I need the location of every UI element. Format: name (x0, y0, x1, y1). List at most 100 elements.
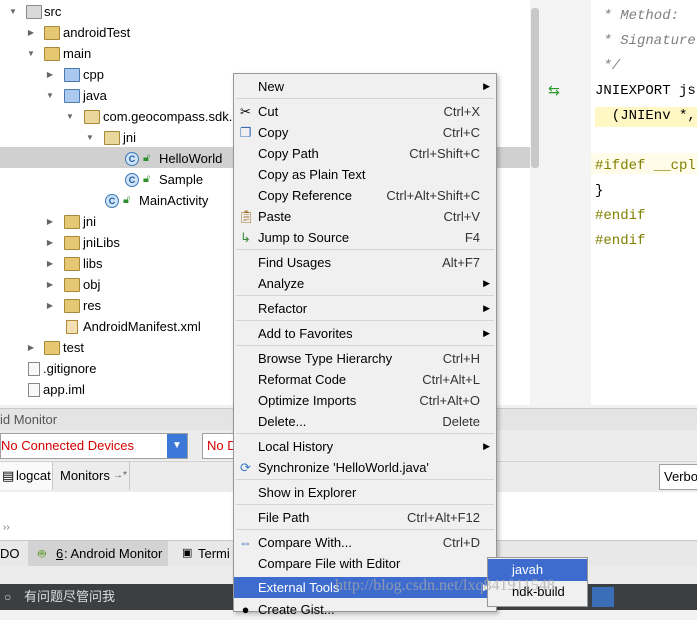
collapse-arrow-icon[interactable]: ▶ (45, 64, 55, 85)
menu-label: Compare File with Editor (258, 556, 401, 571)
menu-label: Refactor (258, 301, 308, 316)
tree-item-main[interactable]: ▼ main (0, 43, 240, 64)
tree-scrollbar[interactable] (530, 0, 540, 405)
menu-item-cut[interactable]: ✂ Cut Ctrl+X (234, 101, 496, 122)
menu-item-paste[interactable]: 📋︎ Paste Ctrl+V (234, 206, 496, 227)
tool-terminal[interactable]: ▣ Termi (180, 541, 240, 566)
tree-item-androidmanifest[interactable]: AndroidManifest.xml (0, 316, 240, 337)
collapse-arrow-icon[interactable]: ▶ (26, 337, 36, 358)
submenu-arrow-icon: ▶ (483, 303, 490, 313)
menu-label: Synchronize 'HelloWorld.java' (258, 460, 429, 475)
menu-item-copy-plain-text[interactable]: Copy as Plain Text (234, 164, 496, 185)
tree-item-jni-package[interactable]: ▼ jni (0, 127, 240, 148)
menu-label: Show in Explorer (258, 485, 357, 500)
tool-android-monitor[interactable]: 🤖︎ 6 : Android Monitor (28, 541, 168, 566)
menu-shortcut: Ctrl+X (443, 104, 480, 119)
terminal-icon: ▣ (182, 547, 193, 559)
package-icon (84, 110, 100, 124)
editor-gutter (541, 0, 591, 405)
menu-item-synchronize[interactable]: ⟳ Synchronize 'HelloWorld.java' (234, 457, 496, 478)
folder-icon (64, 236, 80, 250)
menu-item-compare-with[interactable]: ⇔ Compare With... Ctrl+D (234, 532, 496, 553)
submenu-arrow-icon: ▶ (483, 81, 490, 91)
menu-item-refactor[interactable]: Refactor ▶ (234, 298, 496, 319)
tree-item-libs[interactable]: ▶ libs (0, 253, 240, 274)
menu-item-delete[interactable]: Delete... Delete (234, 411, 496, 432)
lock-icon: 🔓︎ (123, 194, 131, 206)
menu-item-jump-to-source[interactable]: ↳ Jump to Source F4 (234, 227, 496, 248)
menu-item-analyze[interactable]: Analyze ▶ (234, 273, 496, 294)
tree-item-obj[interactable]: ▶ obj (0, 274, 240, 295)
collapse-arrow-icon[interactable]: ▶ (45, 211, 55, 232)
implementation-gutter-icon[interactable]: ⇆ (548, 83, 560, 97)
menu-shortcut: Ctrl+C (442, 125, 480, 140)
menu-item-show-in-explorer[interactable]: Show in Explorer (234, 482, 496, 503)
folder-icon (44, 47, 60, 61)
expand-arrow-icon[interactable]: ▼ (65, 106, 75, 127)
code-line: } (595, 183, 604, 199)
menu-shortcut: Ctrl+V (443, 209, 480, 224)
dropdown-arrow-icon[interactable]: ▼ (167, 434, 187, 458)
tree-item-app-iml[interactable]: app.iml (0, 379, 240, 400)
scrollbar-thumb[interactable] (531, 8, 539, 168)
tree-item-jnilibs[interactable]: ▶ jniLibs (0, 232, 240, 253)
class-icon: C (105, 194, 119, 208)
taskbar-app-icon[interactable] (592, 587, 614, 607)
watermark: http://blog.csdn.net/lxq841911548 (335, 577, 555, 594)
menu-item-compare-file-with-editor[interactable]: Compare File with Editor (234, 553, 496, 574)
expand-arrow-icon[interactable]: ▼ (45, 85, 55, 106)
folder-icon (44, 341, 60, 355)
menu-label: Find Usages (258, 255, 331, 270)
tab-logcat[interactable]: ▤ logcat (0, 462, 53, 490)
menu-item-copy-path[interactable]: Copy Path Ctrl+Shift+C (234, 143, 496, 164)
tree-item-res[interactable]: ▶ res (0, 295, 240, 316)
sync-icon: ⟳ (240, 460, 251, 475)
tool-number: 6 (56, 546, 64, 561)
tab-monitors[interactable]: Monitors →* (53, 462, 130, 490)
menu-label: Copy Reference (258, 188, 352, 203)
expand-arrow-icon[interactable]: ▼ (8, 1, 18, 22)
tree-item-sample[interactable]: C 🔓︎ Sample (0, 169, 240, 190)
tree-item-package[interactable]: ▼ com.geocompass.sdk. (0, 106, 240, 127)
collapse-arrow-icon[interactable]: ▶ (45, 232, 55, 253)
collapse-arrow-icon[interactable]: ▶ (26, 22, 36, 43)
code-line: * Signature: (595, 33, 697, 49)
menu-item-new[interactable]: New ▶ (234, 76, 496, 97)
tree-item-mainactivity[interactable]: C 🔓︎ MainActivity (0, 190, 240, 211)
menu-item-browse-type-hierarchy[interactable]: Browse Type Hierarchy Ctrl+H (234, 348, 496, 369)
submenu-arrow-icon: ▶ (483, 328, 490, 338)
tree-item-jni[interactable]: ▶ jni (0, 211, 240, 232)
tree-item-gitignore[interactable]: .gitignore (0, 358, 240, 379)
menu-item-local-history[interactable]: Local History ▶ (234, 436, 496, 457)
tree-item-test[interactable]: ▶ test (0, 337, 240, 358)
pin-icon[interactable]: →* (113, 462, 127, 490)
expand-arrow-icon[interactable]: ▼ (85, 127, 95, 148)
menu-item-reformat-code[interactable]: Reformat Code Ctrl+Alt+L (234, 369, 496, 390)
expand-icon[interactable]: ›› (3, 522, 10, 533)
menu-separator (236, 345, 494, 346)
menu-item-copy[interactable]: ❐ Copy Ctrl+C (234, 122, 496, 143)
menu-shortcut: Delete (442, 414, 480, 429)
device-dropdown[interactable]: No Connected Devices ▼ (0, 433, 188, 459)
search-icon[interactable]: ○ (4, 584, 11, 610)
menu-item-copy-reference[interactable]: Copy Reference Ctrl+Alt+Shift+C (234, 185, 496, 206)
menu-shortcut: Ctrl+Alt+O (419, 393, 480, 408)
expand-arrow-icon[interactable]: ▼ (26, 43, 36, 64)
tree-item-src[interactable]: ▼ src (0, 1, 240, 22)
menu-item-add-to-favorites[interactable]: Add to Favorites ▶ (234, 323, 496, 344)
tree-item-java[interactable]: ▼ java (0, 85, 240, 106)
menu-item-optimize-imports[interactable]: Optimize Imports Ctrl+Alt+O (234, 390, 496, 411)
menu-item-file-path[interactable]: File Path Ctrl+Alt+F12 (234, 507, 496, 528)
collapse-arrow-icon[interactable]: ▶ (45, 274, 55, 295)
log-level-dropdown[interactable]: Verbo (659, 464, 697, 490)
tool-todo[interactable]: DO (0, 541, 20, 566)
tree-item-helloworld[interactable]: C 🔓︎ HelloWorld (0, 148, 240, 169)
menu-item-find-usages[interactable]: Find Usages Alt+F7 (234, 252, 496, 273)
tab-logcat-label: logcat (16, 468, 51, 483)
menu-shortcut: Ctrl+Shift+C (409, 146, 480, 161)
collapse-arrow-icon[interactable]: ▶ (45, 295, 55, 316)
tree-item-androidtest[interactable]: ▶ androidTest (0, 22, 240, 43)
tree-item-cpp[interactable]: ▶ cpp (0, 64, 240, 85)
menu-label: Jump to Source (258, 230, 350, 245)
collapse-arrow-icon[interactable]: ▶ (45, 253, 55, 274)
